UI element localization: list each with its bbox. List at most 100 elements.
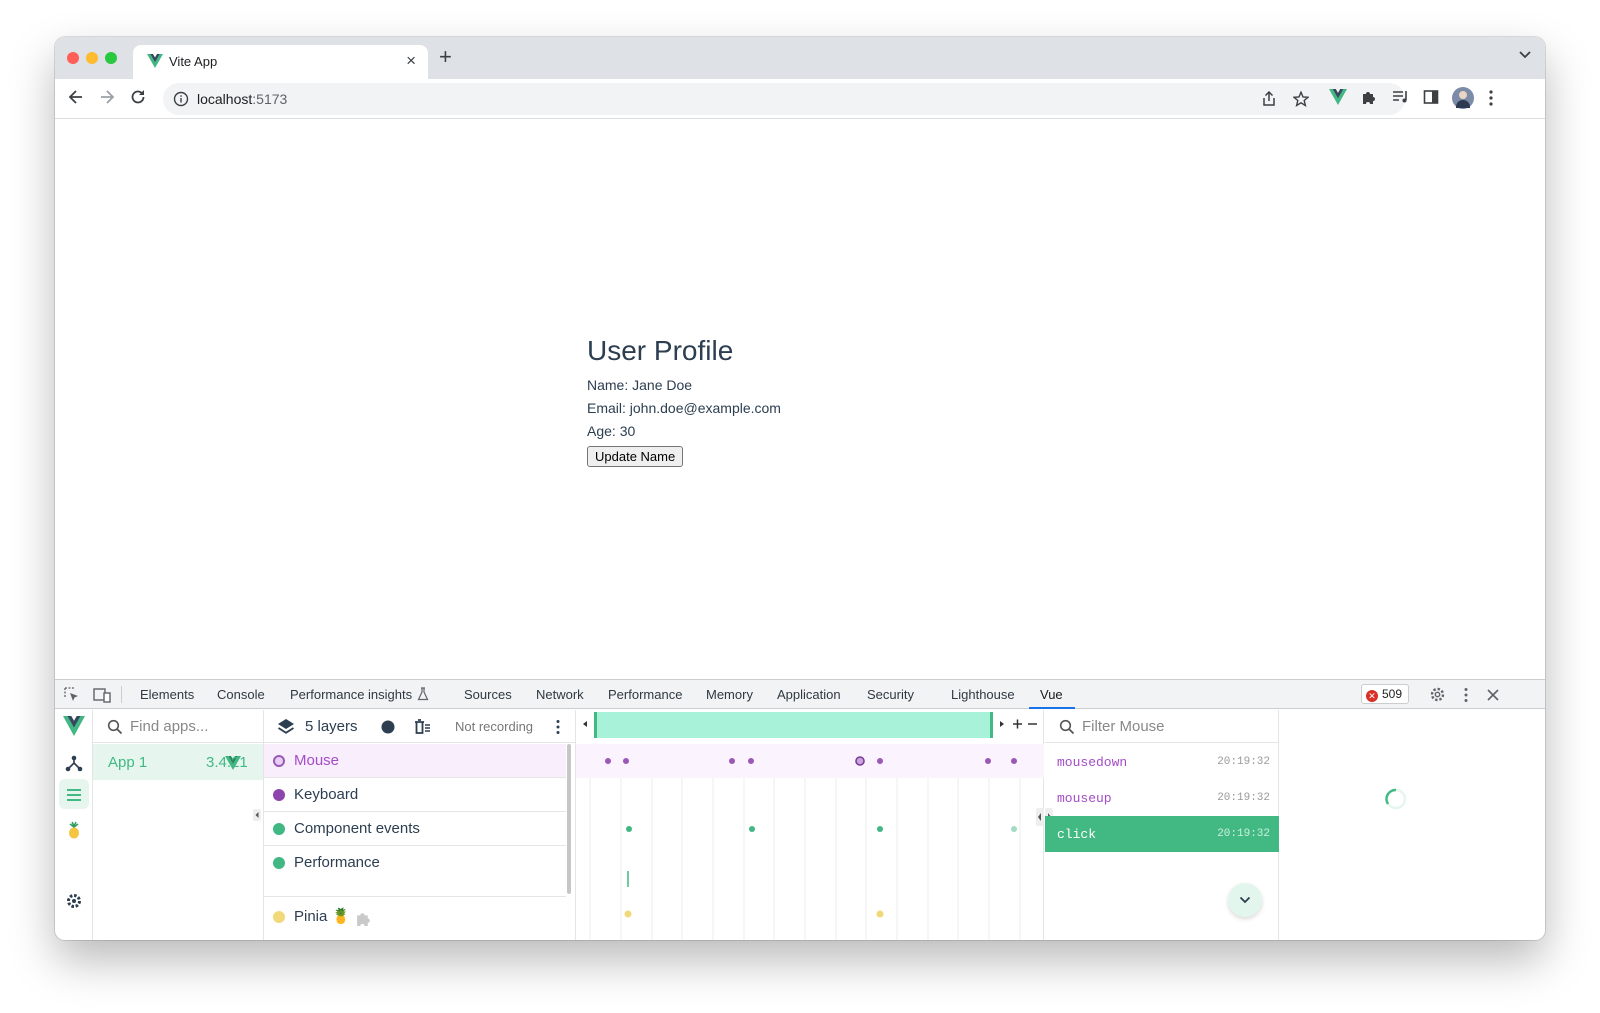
layers-scrollbar[interactable]: [567, 744, 571, 894]
tab-search-icon[interactable]: [1519, 51, 1531, 59]
layers-count[interactable]: 5 layers: [305, 718, 358, 735]
layer-performance[interactable]: Performance: [264, 846, 566, 897]
events-panel: Filter Mouse mousedown 20:19:32 mouseup …: [1045, 710, 1279, 940]
timeline-icon[interactable]: [63, 784, 85, 806]
layers-stack-icon: [278, 719, 294, 734]
user-profile: User Profile Name: Jane Doe Email: john.…: [587, 335, 781, 467]
timeline-chart[interactable]: [576, 710, 1044, 940]
timeline-panel: [576, 710, 1044, 940]
tab-performance-insights[interactable]: Performance insights: [290, 687, 412, 702]
active-tab-indicator: [1029, 707, 1075, 709]
page-viewport: User Profile Name: Jane Doe Email: john.…: [55, 119, 1545, 679]
scroll-to-bottom-button[interactable]: [1228, 883, 1262, 917]
event-name: mousedown: [1057, 755, 1128, 770]
layer-pinia[interactable]: Pinia 🍍: [264, 898, 566, 932]
share-icon[interactable]: [1261, 91, 1277, 107]
side-panel-icon[interactable]: [1423, 89, 1439, 105]
apps-search[interactable]: Find apps...: [93, 710, 263, 743]
url-host: localhost: [197, 91, 253, 107]
close-window-button[interactable]: [67, 52, 79, 64]
range-handle-left: [594, 712, 597, 738]
layer-name: Performance: [294, 854, 380, 871]
layer-mouse[interactable]: Mouse: [264, 744, 566, 778]
media-controls-icon[interactable]: [1392, 89, 1410, 105]
components-tree-icon[interactable]: [63, 753, 85, 775]
layer-keyboard[interactable]: Keyboard: [264, 778, 566, 812]
layer-color-dot: [273, 755, 285, 767]
event-time: 20:19:32: [1217, 828, 1270, 840]
device-toolbar-icon[interactable]: [93, 687, 111, 703]
url-port: :5173: [252, 91, 288, 107]
event-name: mouseup: [1057, 791, 1112, 806]
layer-name: Component events: [294, 820, 420, 837]
layer-color-dot: [273, 857, 285, 869]
event-time: 20:19:32: [1217, 756, 1270, 768]
recording-status: Not recording: [455, 719, 534, 734]
tab-elements[interactable]: Elements: [140, 687, 194, 702]
profile-age: Age: 30: [587, 423, 636, 439]
devtools-settings-gear-icon[interactable]: [1429, 686, 1446, 703]
tab-memory[interactable]: Memory: [706, 687, 753, 702]
reload-icon[interactable]: [129, 88, 147, 106]
update-name-button[interactable]: Update Name: [587, 446, 684, 467]
event-inspector: [1279, 710, 1545, 940]
extensions-puzzle-icon[interactable]: [1361, 89, 1377, 105]
apps-panel: Find apps... App 1 3.4.21: [93, 710, 264, 940]
pinia-pineapple-icon[interactable]: [63, 819, 85, 841]
browser-menu-icon[interactable]: [1488, 89, 1494, 107]
record-icon[interactable]: [381, 720, 395, 734]
event-row[interactable]: mousedown 20:19:32: [1045, 744, 1279, 780]
devtools-close-icon[interactable]: [1487, 689, 1499, 701]
browser-tab[interactable]: Vite App ×: [133, 45, 428, 79]
tab-lighthouse[interactable]: Lighthouse: [951, 687, 1015, 702]
event-row-selected[interactable]: click 20:19:32: [1045, 816, 1279, 852]
app-list-item[interactable]: App 1 3.4.21: [93, 744, 263, 780]
tab-performance[interactable]: Performance: [608, 687, 682, 702]
tab-close-button[interactable]: ×: [406, 51, 416, 71]
vue-logo-icon: [147, 54, 163, 68]
profile-name: Name: Jane Doe: [587, 377, 693, 393]
vue-logo-icon: [63, 716, 85, 736]
devtools-tab-bar: Elements Console Performance insights So…: [55, 680, 1545, 709]
event-name: click: [1057, 827, 1097, 842]
pinia-events: [624, 910, 884, 918]
events-filter[interactable]: Filter Mouse: [1045, 710, 1278, 743]
profile-avatar[interactable]: [1452, 87, 1474, 109]
toolbar-divider: [121, 686, 122, 703]
tab-security[interactable]: Security: [867, 687, 914, 702]
error-count-badge[interactable]: ✕ 509: [1361, 684, 1410, 704]
layer-name: Mouse: [294, 752, 340, 769]
tab-console[interactable]: Console: [217, 687, 265, 702]
back-icon[interactable]: [67, 88, 85, 106]
new-tab-button[interactable]: +: [439, 46, 452, 68]
vue-devtools-extension-icon[interactable]: [1329, 89, 1347, 105]
forward-icon[interactable]: [98, 88, 116, 106]
tab-vue[interactable]: Vue: [1040, 687, 1063, 702]
events-filter-input[interactable]: Filter Mouse: [1082, 718, 1165, 735]
address-bar[interactable]: localhost:5173: [163, 83, 1405, 115]
error-count: 509: [1382, 687, 1403, 701]
zoom-window-button[interactable]: [105, 52, 117, 64]
apps-search-input[interactable]: Find apps...: [130, 718, 208, 735]
clear-timeline-icon[interactable]: [413, 719, 431, 735]
tab-network[interactable]: Network: [536, 687, 584, 702]
inspect-element-icon[interactable]: [64, 687, 80, 703]
tab-title: Vite App: [169, 54, 218, 69]
plugin-puzzle-icon: [357, 913, 370, 926]
tab-sources[interactable]: Sources: [464, 687, 512, 702]
collapse-panel-icon[interactable]: [253, 809, 261, 821]
chevron-down-icon: [1239, 896, 1251, 904]
settings-gear-icon[interactable]: [63, 890, 85, 912]
layer-component-events[interactable]: Component events: [264, 812, 566, 846]
bookmark-star-icon[interactable]: [1293, 91, 1309, 107]
layer-name: Keyboard: [294, 786, 359, 803]
minimize-window-button[interactable]: [86, 52, 98, 64]
range-handle-right: [990, 712, 993, 738]
devtools-menu-icon[interactable]: [1463, 687, 1469, 703]
browser-toolbar: localhost:5173: [55, 79, 1545, 119]
event-row[interactable]: mouseup 20:19:32: [1045, 780, 1279, 816]
layers-menu-icon[interactable]: [555, 719, 561, 735]
tab-application[interactable]: Application: [777, 687, 841, 702]
url-text: localhost:5173: [197, 91, 287, 107]
site-info-icon[interactable]: [173, 91, 189, 107]
